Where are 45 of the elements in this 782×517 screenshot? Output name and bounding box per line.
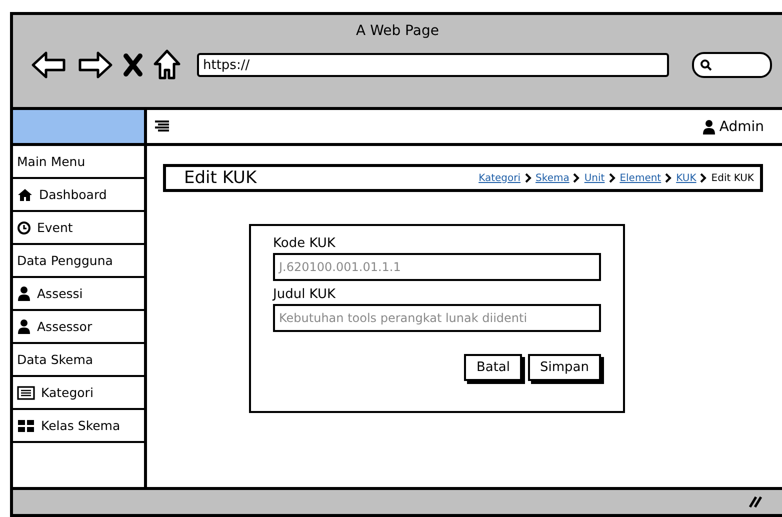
sidebar-item[interactable]: Assessi	[13, 278, 144, 311]
field-label: Kode KUK	[273, 236, 336, 251]
cancel-button[interactable]: Batal	[464, 354, 522, 381]
sidebar-section: Main Menu	[13, 146, 144, 179]
save-button[interactable]: Simpan	[528, 354, 601, 381]
home-icon[interactable]	[153, 49, 181, 81]
chevron-icon	[524, 173, 532, 183]
search-field[interactable]	[692, 52, 772, 78]
sidebar-item[interactable]: Event	[13, 212, 144, 245]
close-icon[interactable]	[123, 53, 143, 77]
user-icon	[17, 319, 31, 334]
breadcrumb-current: Edit KUK	[711, 172, 754, 184]
sidebar-item[interactable]: Kelas Skema	[13, 410, 144, 443]
window-title: A Web Page	[356, 23, 439, 39]
chevron-icon	[573, 173, 580, 183]
list-icon	[17, 386, 35, 400]
page-title: Edit KUK	[184, 168, 257, 188]
search-icon	[700, 59, 712, 71]
breadcrumb-link[interactable]: Unit	[584, 172, 605, 184]
breadcrumb-link[interactable]: KUK	[676, 172, 696, 184]
user-menu[interactable]: Admin	[702, 118, 764, 134]
breadcrumb-link[interactable]: Kategori	[478, 172, 521, 184]
sidebar-item[interactable]: Dashboard	[13, 179, 144, 212]
resize-grip-icon	[748, 496, 762, 508]
chevron-icon	[700, 173, 708, 183]
chevron-icon	[665, 173, 672, 183]
chevron-icon	[608, 173, 616, 183]
clock-icon	[17, 220, 31, 234]
back-icon[interactable]	[31, 51, 67, 79]
breadcrumb-link[interactable]: Skema	[536, 172, 570, 184]
sidebar-section: Data Pengguna	[13, 245, 144, 278]
field-label: Judul KUK	[273, 287, 337, 302]
grid-icon	[17, 418, 35, 432]
menu-icon[interactable]	[155, 120, 169, 133]
input-field[interactable]: Kebutuhan tools perangkat lunak diidenti	[273, 304, 601, 332]
home-icon	[17, 188, 33, 202]
sidebar-section: Data Skema	[13, 344, 144, 377]
breadcrumb-link[interactable]: Element	[620, 172, 662, 184]
address-bar[interactable]: https://	[197, 53, 669, 77]
sidebar-item[interactable]: Kategori	[13, 377, 144, 410]
user-icon	[17, 286, 31, 301]
user-icon	[702, 118, 716, 134]
sidebar-item[interactable]: Assessor	[13, 311, 144, 344]
forward-icon[interactable]	[77, 51, 113, 79]
input-field[interactable]: J.620100.001.01.1.1	[273, 253, 601, 281]
